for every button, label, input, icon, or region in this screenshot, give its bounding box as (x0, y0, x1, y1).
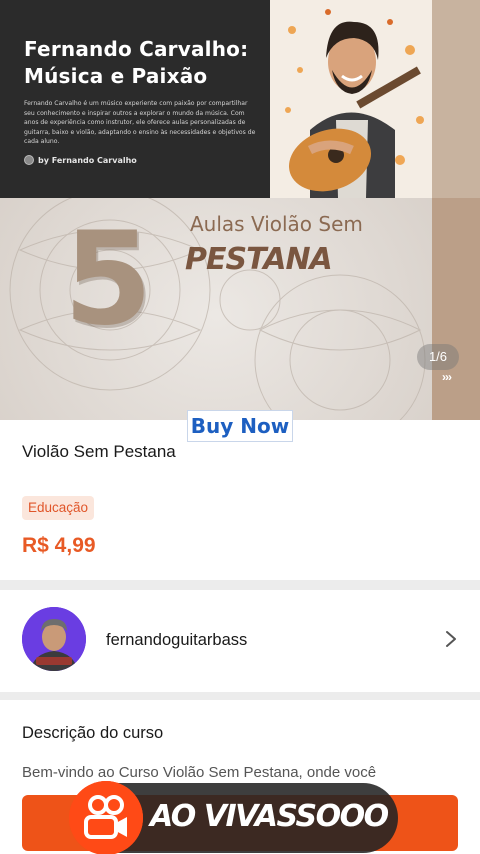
slide-counter: 1/6 (417, 344, 459, 370)
product-title: Violão Sem Pestana (22, 442, 176, 461)
author-description: Fernando Carvalho é um músico experiente… (24, 100, 256, 146)
section-divider (0, 580, 480, 590)
lesson-title: Aulas Violão Sem (190, 212, 363, 236)
lesson-subtitle: PESTANA (185, 242, 333, 277)
author-title: Fernando Carvalho: Música e Paixão (24, 37, 249, 88)
triple-chevron-right-icon[interactable]: ››› (442, 370, 452, 384)
seller-avatar[interactable] (22, 607, 86, 671)
seller-row[interactable]: fernandoguitarbass (0, 590, 480, 694)
author-byline: by Fernando Carvalho (24, 155, 137, 165)
author-mini-avatar (24, 155, 34, 165)
buy-now-button[interactable]: Buy Now (187, 410, 293, 442)
guitarist-illustration (270, 0, 432, 198)
author-byline-text: by Fernando Carvalho (38, 155, 137, 165)
course-banner[interactable]: Fernando Carvalho: Música e Paixão Ferna… (0, 0, 480, 420)
description-heading: Descrição do curso (22, 724, 164, 742)
product-info: Violão Sem Pestana Educação R$ 4,99 (0, 420, 480, 580)
banner-side-strip-top (432, 0, 480, 198)
category-badge[interactable]: Educação (22, 496, 95, 520)
author-card: Fernando Carvalho: Música e Paixão Ferna… (0, 0, 270, 198)
description-text: Bem-vindo ao Curso Violão Sem Pestana, o… (22, 764, 377, 781)
section-divider (0, 692, 480, 700)
chevron-right-icon[interactable] (441, 628, 461, 650)
lesson-count-number: 5 (63, 205, 153, 354)
kwai-camera-icon (69, 781, 143, 854)
live-label: AO VIVASSOOO (150, 799, 389, 834)
product-price: R$ 4,99 (22, 534, 96, 557)
seller-name[interactable]: fernandoguitarbass (106, 631, 247, 650)
